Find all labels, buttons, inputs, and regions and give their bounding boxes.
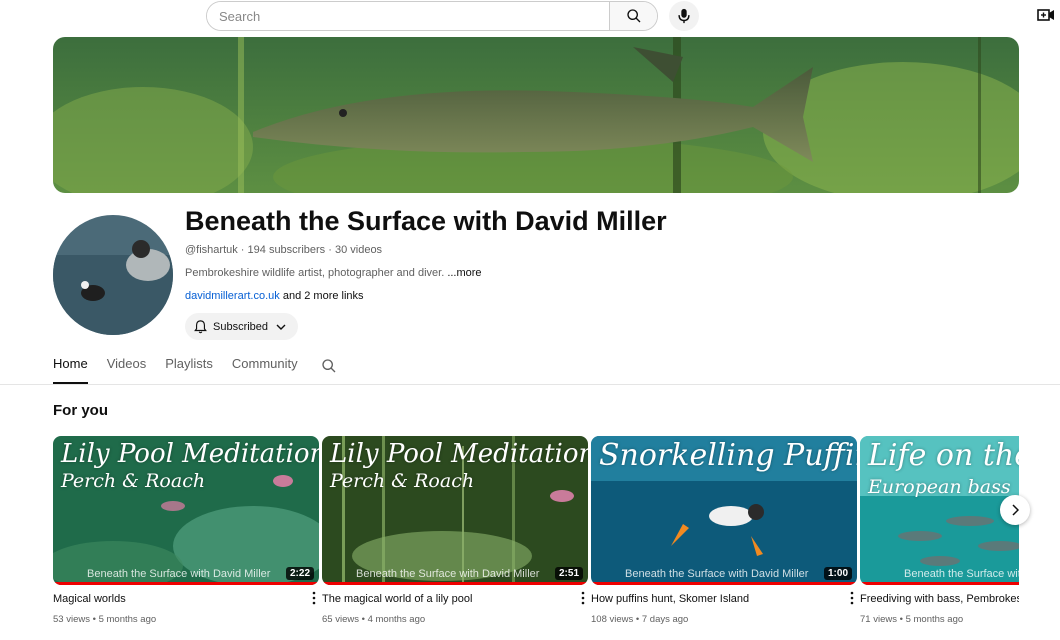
search-icon [626,9,640,23]
thumbnail-watermark: Beneath the Surface with David Miller [356,568,540,580]
tab-home[interactable]: Home [53,356,88,384]
top-bar [0,0,1060,32]
description-text: Pembrokeshire wildlife artist, photograp… [185,267,445,279]
view-count: 65 views [322,614,359,625]
duration-badge: 2:51 [554,567,583,580]
thumbnail-subtitle: Perch & Roach [61,470,206,492]
create-video-icon[interactable] [1037,6,1055,24]
video-title[interactable]: Freediving with bass, Pembrokeshire [860,593,1019,607]
view-count: 108 views [591,614,634,625]
video-card[interactable]: Lily Pool Meditation Perch & Roach Benea… [53,436,319,625]
video-shelf: Lily Pool Meditation Perch & Roach Benea… [53,436,1019,636]
watch-progress-bar [322,582,588,585]
view-count: 53 views [53,614,90,625]
voice-search-button[interactable] [669,1,699,31]
more-options-icon[interactable] [580,591,586,605]
more-link[interactable]: ...more [447,267,481,279]
video-thumbnail[interactable]: Life on the European bass Beneath the Su… [860,436,1019,585]
duration-badge: 1:00 [823,567,852,580]
tab-videos[interactable]: Videos [107,356,147,384]
thumbnail-subtitle: Perch & Roach [330,470,475,492]
channel-search-icon[interactable] [321,358,337,374]
thumbnail-subtitle: European bass [868,476,1011,498]
more-options-icon[interactable] [311,591,317,605]
watch-progress-bar [53,582,319,585]
video-meta: 71 views • 5 months ago [860,614,964,625]
video-thumbnail[interactable]: Lily Pool Meditation Perch & Roach Benea… [53,436,319,585]
thumbnail-title: Snorkelling Puffin [599,438,857,473]
video-count: 30 videos [334,244,383,256]
video-meta: 53 views • 5 months ago [53,614,157,625]
channel-name: Beneath the Surface with David Miller [185,206,667,236]
tab-playlists[interactable]: Playlists [165,356,213,384]
bell-icon [194,319,207,333]
microphone-icon [678,8,690,24]
video-title[interactable]: Magical worlds [53,593,319,607]
website-link[interactable]: davidmillerart.co.uk [185,290,280,302]
upload-age: 5 months ago [98,614,157,625]
watch-progress-bar [591,582,857,585]
view-count: 71 views [860,614,897,625]
thumbnail-title: Lily Pool Meditation II [330,439,588,469]
upload-age: 4 months ago [367,614,426,625]
thumbnail-watermark: Beneath the Surface with [904,568,1019,580]
video-meta: 108 views • 7 days ago [591,614,689,625]
tab-community[interactable]: Community [232,356,298,384]
tabs-divider [0,384,1060,385]
video-title[interactable]: The magical world of a lily pool [322,593,588,607]
subscribed-button[interactable]: Subscribed [185,313,298,340]
section-title: For you [53,402,108,419]
thumbnail-title: Life on the [868,438,1019,473]
search-button[interactable] [609,2,657,30]
video-thumbnail[interactable]: Lily Pool Meditation II Perch & Roach Be… [322,436,588,585]
thumbnail-watermark: Beneath the Surface with David Miller [87,568,271,580]
subscribed-label: Subscribed [213,320,269,333]
video-card[interactable]: Life on the European bass Beneath the Su… [860,436,1019,625]
video-title[interactable]: How puffins hunt, Skomer Island [591,593,857,607]
channel-meta: @fishartuk · 194 subscribers · 30 videos [185,244,383,256]
thumbnail-title: Lily Pool Meditation [61,439,319,469]
video-card[interactable]: Lily Pool Meditation II Perch & Roach Be… [322,436,588,625]
upload-age: 5 months ago [905,614,964,625]
video-card[interactable]: Snorkelling Puffin Beneath the Surface w… [591,436,857,625]
watch-progress-bar [860,582,1019,585]
channel-avatar [53,215,173,335]
chevron-right-icon [1012,504,1019,516]
thumbnail-watermark: Beneath the Surface with David Miller [625,568,809,580]
more-options-icon[interactable] [849,591,855,605]
channel-banner [53,37,1019,193]
channel-handle: @fishartuk [185,244,238,256]
chevron-down-icon [276,324,286,330]
video-meta: 65 views • 4 months ago [322,614,426,625]
more-links-link[interactable]: and 2 more links [283,290,364,302]
subscriber-count: 194 subscribers [247,244,326,256]
channel-description: Pembrokeshire wildlife artist, photograp… [185,267,482,279]
search-box [206,1,658,31]
video-thumbnail[interactable]: Snorkelling Puffin Beneath the Surface w… [591,436,857,585]
channel-links: davidmillerart.co.uk and 2 more links [185,290,364,302]
duration-badge: 2:22 [285,567,314,580]
channel-tabs: Home Videos Playlists Community [53,356,337,384]
search-input[interactable] [207,2,609,30]
upload-age: 7 days ago [641,614,689,625]
shelf-next-button[interactable] [1000,495,1030,525]
